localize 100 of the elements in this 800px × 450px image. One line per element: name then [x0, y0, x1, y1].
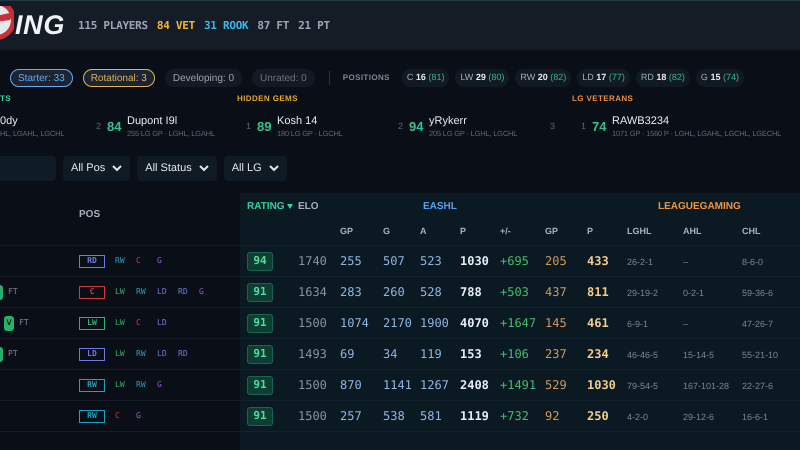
- column-header: CHL: [742, 225, 762, 238]
- rank-number: 2: [96, 120, 102, 134]
- alt-position: RD: [178, 286, 189, 298]
- column-header: GP: [545, 225, 560, 238]
- status-filter-chip[interactable]: Developing: 0: [164, 69, 242, 87]
- alt-position: LD: [157, 317, 168, 329]
- rating-badge: 91: [247, 406, 273, 426]
- table-cell: 92: [545, 409, 560, 423]
- table-cell: 523: [420, 254, 442, 268]
- column-header: GP: [340, 225, 354, 238]
- rating-value: 74: [592, 118, 608, 136]
- rating-badge: 91: [247, 344, 273, 364]
- status-filter-chip[interactable]: Rotational: 3: [82, 69, 155, 87]
- table-cell: 237: [545, 347, 567, 361]
- contract-label: FT: [19, 317, 29, 329]
- table-cell: 29-12-6: [683, 412, 714, 422]
- alt-position: LD: [157, 348, 168, 360]
- table-cell: 2170: [383, 316, 412, 330]
- position-chip[interactable]: RW 20 (82): [515, 69, 572, 87]
- table-cell: 16-6-1: [742, 412, 768, 422]
- header-stat: 87 FT: [257, 18, 290, 34]
- filter-dropdown[interactable]: All Status: [137, 156, 217, 181]
- table-cell: 1500: [298, 378, 327, 392]
- table-cell: 15-14-5: [683, 350, 714, 360]
- column-header: +/-: [500, 225, 512, 238]
- alt-position: G: [157, 255, 163, 267]
- section-title: LG VETERANS: [572, 93, 634, 105]
- table-cell: +503: [500, 285, 529, 299]
- player-name[interactable]: 0dy: [0, 114, 64, 128]
- rank-number: 3: [550, 120, 556, 134]
- table-cell: 69: [340, 347, 354, 361]
- status-filter-chip[interactable]: Starter: 33: [10, 69, 73, 87]
- header-stat: 21 PT: [298, 18, 330, 34]
- table-cell: 8-6-0: [742, 257, 764, 267]
- alt-position: LW: [115, 348, 126, 360]
- header-stat: 84 VET: [156, 18, 195, 34]
- table-cell: 529: [545, 378, 567, 392]
- status-filter-chip[interactable]: Unrated: 0: [252, 69, 315, 87]
- alt-position: G: [199, 286, 205, 298]
- table-cell: 59-36-6: [742, 288, 774, 298]
- table-cell: 29-19-2: [627, 288, 658, 298]
- table-cell: 250: [587, 409, 609, 423]
- position-chip[interactable]: G 15 (74): [696, 69, 744, 87]
- sort-down-icon: [286, 204, 293, 209]
- table-cell: 1030: [460, 254, 489, 268]
- position-chip[interactable]: RD 18 (82): [636, 69, 690, 87]
- column-header: P: [587, 225, 594, 238]
- contract-label: FT: [8, 286, 18, 298]
- rank-number: 1: [246, 120, 252, 134]
- position-chip[interactable]: C 16 (81): [402, 69, 450, 87]
- positions-label: POSITIONS: [342, 72, 390, 84]
- player-name[interactable]: RAWB3234: [612, 114, 782, 128]
- table-cell: 1074: [340, 316, 369, 330]
- column-group-header: EASHL: [423, 200, 458, 214]
- alt-position: LW: [115, 286, 126, 298]
- table-cell: –: [683, 257, 688, 267]
- table-cell: 1900: [420, 316, 449, 330]
- table-cell: +1647: [500, 316, 536, 330]
- table-cell: 0-2-1: [683, 288, 704, 298]
- alt-position: RW: [136, 348, 147, 360]
- column-header: A: [420, 225, 428, 238]
- alt-position: RW: [115, 255, 126, 267]
- rank-number: 2: [398, 120, 404, 134]
- rating-value: 84: [107, 118, 122, 136]
- table-cell: 4070: [460, 316, 489, 330]
- table-cell: 1740: [298, 254, 327, 268]
- table-cell: +732: [500, 409, 529, 423]
- primary-position: RW: [79, 410, 105, 422]
- rating-value: 94: [409, 118, 424, 136]
- table-cell: 79-54-5: [627, 381, 658, 391]
- table-cell: 538: [383, 409, 405, 423]
- header-stat: 31 ROOK: [204, 18, 248, 34]
- position-chip[interactable]: LW 29 (80): [455, 69, 510, 87]
- filter-dropdown[interactable]: All LG: [224, 156, 287, 181]
- table-cell: 34: [383, 347, 398, 361]
- position-chip[interactable]: LD 17 (77): [577, 69, 630, 87]
- player-name[interactable]: yRykerr: [429, 114, 518, 128]
- filter-dropdown[interactable]: All Pos: [63, 156, 130, 181]
- alt-position: C: [136, 255, 142, 267]
- table-cell: 119: [420, 347, 442, 361]
- table-cell: 581: [420, 409, 442, 423]
- primary-position: C: [79, 286, 105, 298]
- column-header: P: [460, 225, 468, 238]
- alt-position: C: [136, 317, 142, 329]
- table-cell: 205: [545, 254, 567, 268]
- rating-sort-header[interactable]: RATING: [247, 198, 298, 214]
- column-group-header: LEAGUEGAMING: [658, 200, 741, 214]
- table-cell: 437: [545, 285, 567, 299]
- player-name[interactable]: Kosh 14: [277, 114, 343, 128]
- table-cell: 2408: [460, 378, 489, 392]
- table-cell: +695: [500, 254, 529, 268]
- status-tag: [0, 284, 3, 300]
- alt-position: RW: [136, 379, 147, 391]
- player-name[interactable]: Dupont I9l: [127, 114, 215, 128]
- table-cell: –: [683, 319, 688, 329]
- column-header: POS: [79, 209, 100, 220]
- table-cell: 255: [340, 254, 362, 268]
- table-cell: 145: [545, 316, 567, 330]
- section-title: HIDDEN GEMS: [237, 93, 299, 105]
- alt-position: LW: [115, 317, 126, 329]
